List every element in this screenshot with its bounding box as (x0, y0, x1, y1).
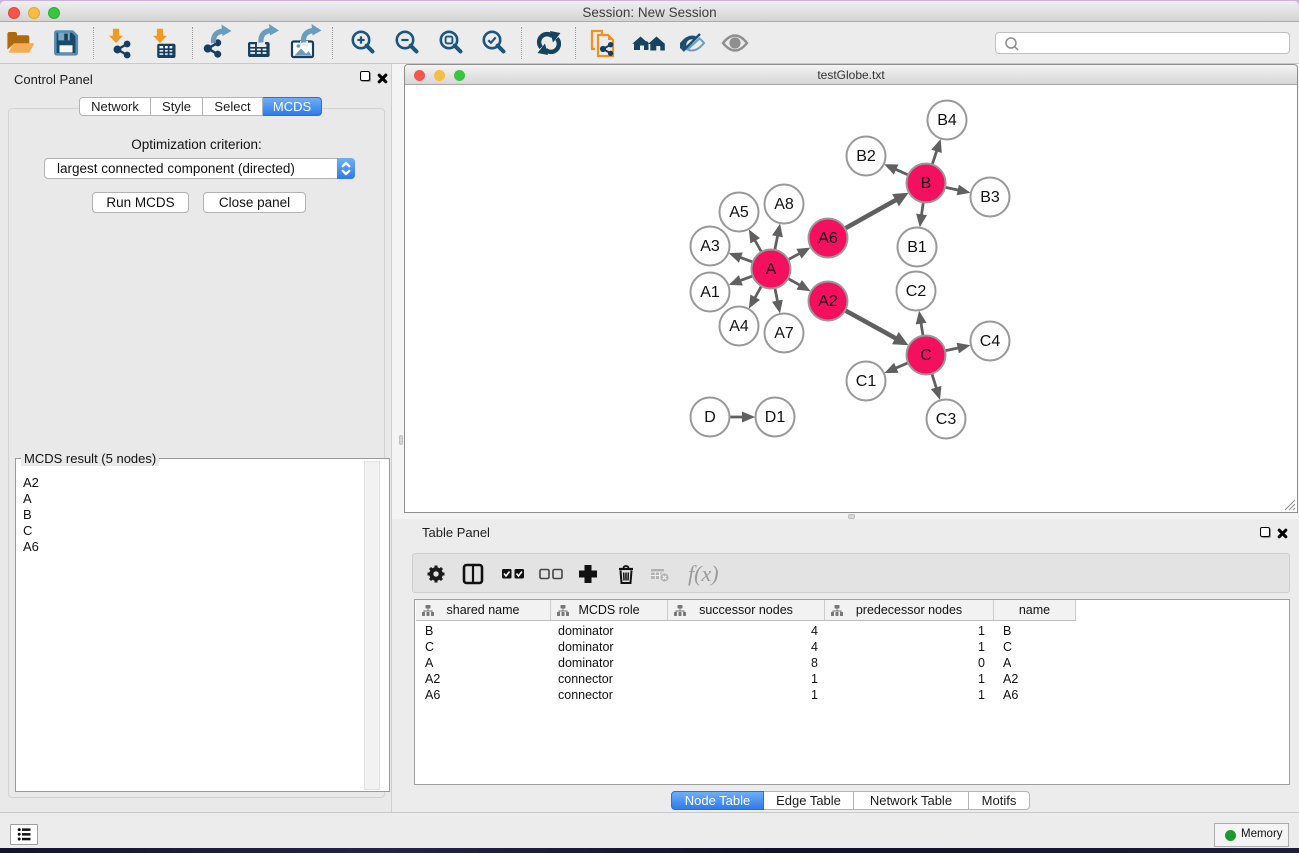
svg-text:B1: B1 (907, 239, 927, 256)
svg-text:B4: B4 (937, 112, 957, 129)
svg-text:A7: A7 (774, 325, 794, 342)
svg-text:C2: C2 (906, 283, 927, 300)
svg-text:D1: D1 (765, 409, 786, 426)
svg-text:C3: C3 (936, 411, 957, 428)
svg-text:A4: A4 (729, 318, 749, 335)
svg-text:C: C (920, 347, 932, 364)
svg-text:C1: C1 (856, 373, 877, 390)
svg-text:A6: A6 (818, 230, 838, 247)
svg-text:A3: A3 (700, 238, 720, 255)
svg-text:B: B (921, 175, 932, 192)
svg-text:A5: A5 (729, 204, 749, 221)
svg-text:A: A (766, 261, 777, 278)
svg-text:A1: A1 (700, 284, 720, 301)
svg-text:A2: A2 (818, 293, 838, 310)
svg-text:C4: C4 (980, 333, 1001, 350)
svg-text:B3: B3 (980, 189, 1000, 206)
svg-text:B2: B2 (856, 148, 876, 165)
svg-text:A8: A8 (774, 196, 794, 213)
svg-text:D: D (704, 409, 716, 426)
svg-text:f(x): f(x) (688, 561, 719, 586)
